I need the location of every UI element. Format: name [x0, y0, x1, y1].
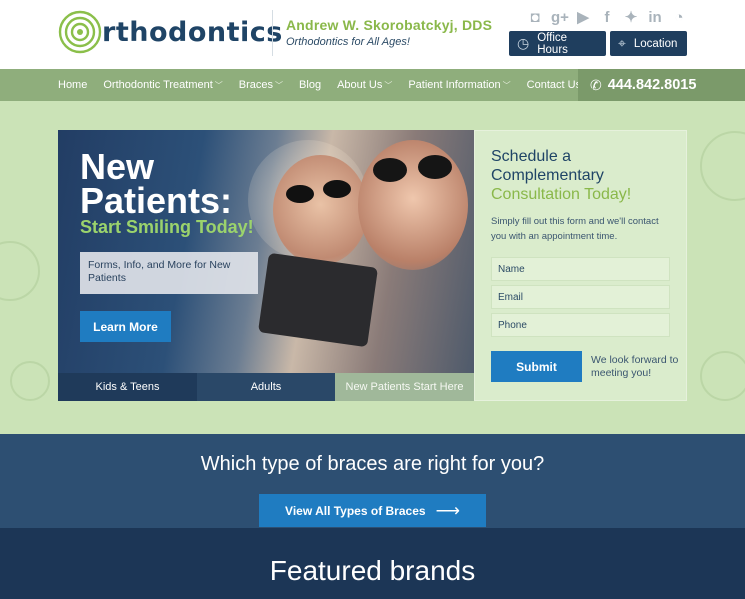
name-field[interactable]: Name — [491, 257, 670, 281]
practice-tagline: Orthodontics for All Ages! — [286, 36, 410, 48]
hero-banner: New Patients: Start Smiling Today! Forms… — [58, 130, 474, 373]
form-title-line: Schedule a — [491, 148, 572, 165]
rss-icon[interactable]: ◔ — [671, 9, 687, 27]
tab-new-patients[interactable]: New Patients Start Here — [335, 373, 474, 401]
decorative-swirl-icon — [700, 131, 745, 201]
form-title-accent: Consultation Today! — [491, 186, 632, 203]
header-divider — [272, 10, 273, 56]
email-field[interactable]: Email — [491, 285, 670, 309]
decorative-swirl-icon — [0, 241, 40, 301]
view-all-braces-label: View All Types of Braces — [285, 503, 426, 518]
chevron-down-icon: ﹀ — [214, 81, 223, 90]
braces-section: Which type of braces are right for you? … — [0, 434, 745, 528]
map-pin-icon: ⌖ — [618, 35, 626, 51]
featured-brands-section: Featured brands — [0, 528, 745, 599]
social-links: ◘ g+ ▶ f ✦ in ◔ — [527, 9, 687, 27]
nav-item-orthodontic-treatment[interactable]: Orthodontic Treatment ﹀ — [103, 79, 222, 91]
phone-number: 444.842.8015 — [607, 77, 697, 93]
linkedin-icon[interactable]: in — [647, 9, 663, 27]
hero-photo-person — [358, 140, 468, 270]
location-button[interactable]: ⌖ Location — [610, 31, 687, 56]
nav-item-home[interactable]: Home — [58, 79, 87, 91]
nav-item-label: Patient Information — [408, 79, 501, 91]
sunglasses-lens — [286, 185, 314, 203]
form-description: Simply fill out this form and we'll cont… — [491, 216, 659, 242]
consultation-form: Schedule a Complementary Consultation To… — [474, 130, 687, 401]
phone-field[interactable]: Phone — [491, 313, 670, 337]
instagram-icon[interactable]: ◘ — [527, 9, 543, 27]
clock-icon: ◷ — [517, 35, 530, 51]
hero-photo-person — [273, 155, 368, 265]
phone-icon: ✆ — [590, 76, 602, 93]
youtube-icon[interactable]: ▶ — [575, 9, 591, 27]
nav-item-label: Home — [58, 79, 88, 91]
form-title: Schedule a Complementary Consultation To… — [491, 147, 670, 204]
form-title-line: Complementary — [491, 167, 604, 184]
chevron-down-icon: ﹀ — [502, 81, 511, 90]
chevron-down-icon: ﹀ — [275, 81, 284, 90]
view-all-braces-button[interactable]: View All Types of Braces ⟶ — [259, 494, 486, 527]
learn-more-button[interactable]: Learn More — [80, 311, 171, 342]
doctor-info: Andrew W. Skorobatckyj, DDS Orthodontics… — [286, 17, 492, 48]
form-note: We look forward to meeting you! — [591, 354, 679, 379]
nav-item-label: Blog — [299, 79, 322, 91]
sunglasses-lens — [373, 158, 407, 182]
submit-button[interactable]: Submit — [491, 351, 582, 382]
twitter-icon[interactable]: ✦ — [623, 9, 639, 27]
nav-item-label: Contact Us — [526, 79, 582, 91]
hero-title: New Patients: — [80, 146, 233, 221]
braces-question: Which type of braces are right for you? — [200, 453, 545, 475]
main-nav: Home Orthodontic Treatment ﹀ Braces ﹀ Blog… — [0, 69, 745, 101]
nav-menu: Home Orthodontic Treatment ﹀ Braces ﹀ Blog… — [58, 69, 597, 101]
tab-kids-teens[interactable]: Kids & Teens — [58, 373, 197, 401]
facebook-icon[interactable]: f — [599, 9, 615, 27]
site-logo[interactable]: rthodontics — [58, 10, 283, 54]
hero-title-line: New — [80, 146, 155, 187]
nav-item-label: About Us — [337, 79, 383, 91]
nav-item-label: Orthodontic Treatment — [103, 79, 213, 91]
phone-number-link[interactable]: ✆ 444.842.8015 — [578, 69, 745, 101]
office-hours-button[interactable]: ◷ Office Hours — [509, 31, 606, 56]
nav-item-blog[interactable]: Blog — [299, 79, 321, 91]
swirl-logo-icon — [58, 10, 102, 54]
logo-wordmark: rthodontics — [102, 16, 283, 48]
decorative-swirl-icon — [10, 361, 50, 401]
hero-title-line: Patients: — [80, 180, 233, 221]
hero-subtitle: Start Smiling Today! — [80, 217, 254, 237]
sunglasses-lens — [418, 155, 452, 179]
doctor-name: Andrew W. Skorobatckyj, DDS — [286, 17, 493, 33]
featured-brands-title: Featured brands — [269, 555, 476, 586]
nav-item-label: Braces — [238, 79, 274, 91]
hero-photo-phone — [257, 252, 379, 348]
tab-adults[interactable]: Adults — [197, 373, 335, 401]
nav-item-about-us[interactable]: About Us ﹀ — [337, 79, 392, 91]
arrow-right-icon: ⟶ — [435, 500, 460, 520]
nav-item-braces[interactable]: Braces ﹀ — [239, 79, 283, 91]
chevron-down-icon: ﹀ — [384, 81, 393, 90]
sunglasses-lens — [323, 180, 351, 198]
nav-item-contact-us[interactable]: Contact Us — [527, 79, 581, 91]
office-hours-label: Office Hours — [537, 31, 568, 56]
hero-tabs: Kids & Teens Adults New Patients Start H… — [58, 373, 474, 401]
decorative-swirl-icon — [700, 351, 745, 401]
hero-info-box: Forms, Info, and More for New Patients — [80, 252, 258, 294]
nav-item-patient-information[interactable]: Patient Information ﹀ — [408, 79, 510, 91]
location-label: Location — [633, 37, 678, 50]
site-header: rthodontics Andrew W. Skorobatckyj, DDS … — [0, 0, 745, 69]
google-plus-icon[interactable]: g+ — [551, 9, 569, 27]
